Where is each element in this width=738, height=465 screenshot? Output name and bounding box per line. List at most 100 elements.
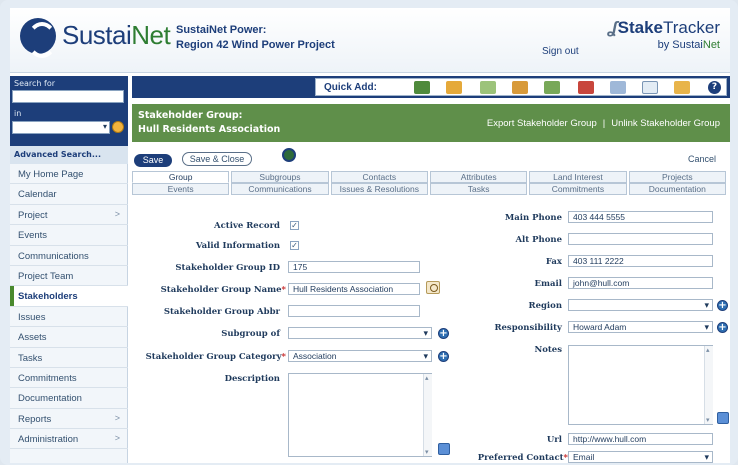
lookup-search-icon[interactable] xyxy=(426,281,440,294)
add-responsibility-icon[interactable]: + xyxy=(717,322,728,333)
sidebar-item-documentation[interactable]: Documentation xyxy=(10,388,128,409)
sidebar-item-project-team[interactable]: Project Team xyxy=(10,266,128,287)
export-stakeholder-group-link[interactable]: Export Stakeholder Group xyxy=(487,118,597,129)
tab-tasks[interactable]: Tasks xyxy=(429,183,528,195)
add-group-icon[interactable] xyxy=(512,81,528,94)
search-input[interactable] xyxy=(12,90,124,103)
group-category-label-text: Stakeholder Group Category xyxy=(145,352,282,362)
main-phone-field[interactable]: 403 444 5555 xyxy=(568,211,713,223)
sidebar-item-tasks[interactable]: Tasks xyxy=(10,348,128,368)
group-id-label: Stakeholder Group ID xyxy=(175,263,280,273)
sidebar-item-label: Calendar xyxy=(18,189,57,201)
save-button[interactable]: Save xyxy=(134,154,172,167)
sidebar-item-assets[interactable]: Assets xyxy=(10,327,128,348)
save-close-button[interactable]: Save & Close xyxy=(182,152,252,166)
sidebar-item-label: Administration xyxy=(18,434,79,446)
sign-out-link[interactable]: Sign out xyxy=(542,46,579,57)
add-subgroup-icon[interactable]: + xyxy=(438,328,449,339)
group-id-field[interactable]: 175 xyxy=(288,261,420,273)
fax-label: Fax xyxy=(545,257,562,267)
add-page-icon[interactable] xyxy=(642,81,658,94)
sidebar-item-label: Commitments xyxy=(18,372,77,384)
cancel-link[interactable]: Cancel xyxy=(688,154,716,164)
sidebar-item-label: Stakeholders xyxy=(18,291,78,303)
search-scope-select[interactable] xyxy=(12,121,110,134)
sidebar-item-events[interactable]: Events xyxy=(10,225,128,246)
sidebar-item-label: Communications xyxy=(18,250,89,262)
app-window: SustaiNet SustaiNet Power: Region 42 Win… xyxy=(10,8,730,463)
tab-issues-resolutions[interactable]: Issues & Resolutions xyxy=(330,183,428,195)
unlink-stakeholder-group-link[interactable]: Unlink Stakeholder Group xyxy=(611,118,720,129)
alt-phone-field[interactable] xyxy=(568,233,713,245)
preferred-contact-label-text: Preferred Contact xyxy=(477,453,564,463)
preferred-contact-select[interactable]: Email xyxy=(568,451,713,463)
sidebar-item-label: Issues xyxy=(18,311,46,323)
tab-land-interest[interactable]: Land Interest xyxy=(529,171,627,183)
description-scrollbar[interactable] xyxy=(423,374,432,456)
email-field[interactable]: john@hull.com xyxy=(568,277,713,289)
notes-edit-icon[interactable] xyxy=(717,412,729,424)
main-nav: My Home Page Calendar Project > Events Commun… xyxy=(10,164,128,450)
project-company: SustaiNet Power: xyxy=(176,24,267,36)
tab-subgroups[interactable]: Subgroups xyxy=(231,171,329,183)
sidebar-item-reports[interactable]: Reports > xyxy=(10,409,128,430)
brand-main: Sustai xyxy=(62,20,132,50)
add-checklist-icon[interactable] xyxy=(544,81,560,94)
subgroup-of-select[interactable] xyxy=(288,327,432,339)
group-category-select[interactable]: Association xyxy=(288,350,432,362)
search-go-icon[interactable] xyxy=(112,121,124,133)
add-commitment-icon[interactable] xyxy=(578,81,594,94)
tab-projects[interactable]: Projects xyxy=(628,171,726,183)
sidebar-item-label: Project xyxy=(18,209,48,221)
description-textarea[interactable] xyxy=(288,373,432,457)
tab-documentation[interactable]: Documentation xyxy=(628,183,726,195)
sidebar-item-administration[interactable]: Administration > xyxy=(10,429,128,450)
brand-name[interactable]: SustaiNet xyxy=(62,20,171,51)
sidebar-item-project[interactable]: Project > xyxy=(10,205,128,226)
active-record-checkbox[interactable]: ✓ xyxy=(290,221,299,230)
notes-scrollbar[interactable] xyxy=(704,346,713,424)
fax-field[interactable]: 403 111 2222 xyxy=(568,255,713,267)
responsibility-select[interactable]: Howard Adam xyxy=(568,321,713,333)
sidebar-item-stakeholders[interactable]: Stakeholders xyxy=(10,286,128,307)
group-abbr-field[interactable] xyxy=(288,305,420,317)
sidebar-item-calendar[interactable]: Calendar xyxy=(10,184,128,205)
project-name: Region 42 Wind Power Project xyxy=(176,39,335,51)
description-label: Description xyxy=(224,374,280,384)
sidebar-item-commitments[interactable]: Commitments xyxy=(10,368,128,389)
map-globe-icon[interactable] xyxy=(282,148,296,162)
preferred-contact-label: Preferred Contact* xyxy=(442,453,568,463)
advanced-search-link[interactable]: Advanced Search... xyxy=(10,146,128,164)
tab-events[interactable]: Events xyxy=(132,183,230,195)
add-email-icon[interactable] xyxy=(610,81,626,94)
tab-commitments[interactable]: Commitments xyxy=(529,183,627,195)
record-title-panel: Stakeholder Group: Hull Residents Associ… xyxy=(132,104,730,142)
add-vehicle-icon[interactable] xyxy=(414,81,430,94)
sidebar-item-label: Events xyxy=(18,230,48,242)
group-name-field[interactable]: Hull Residents Association xyxy=(288,283,420,295)
tab-group[interactable]: Group xyxy=(132,171,230,183)
add-truck-icon[interactable] xyxy=(446,81,462,94)
valid-information-checkbox[interactable]: ✓ xyxy=(290,241,299,250)
add-region-icon[interactable]: + xyxy=(717,300,728,311)
add-folder-icon[interactable] xyxy=(674,81,690,94)
help-icon[interactable]: ? xyxy=(708,81,721,94)
notes-label: Notes xyxy=(534,345,562,355)
region-select[interactable] xyxy=(568,299,713,311)
add-category-icon[interactable]: + xyxy=(438,351,449,362)
sidebar-item-my-home-page[interactable]: My Home Page xyxy=(10,164,128,185)
url-field[interactable]: http://www.hull.com xyxy=(568,433,713,445)
sidebar-item-communications[interactable]: Communications xyxy=(10,246,128,266)
notes-textarea[interactable] xyxy=(568,345,713,425)
tab-attributes[interactable]: Attributes xyxy=(429,171,528,183)
record-name: Hull Residents Association xyxy=(138,124,281,135)
add-document-icon[interactable] xyxy=(480,81,496,94)
record-tabs: Group Subgroups Contacts Attributes Land Int… xyxy=(132,171,728,195)
sidebar-item-label: Reports xyxy=(18,413,52,425)
sustainet-logo-icon[interactable] xyxy=(20,18,57,58)
tab-contacts[interactable]: Contacts xyxy=(330,171,428,183)
tab-communications[interactable]: Communications xyxy=(231,183,329,195)
sidebar-item-issues[interactable]: Issues xyxy=(10,307,128,328)
group-form: Active Record ✓ Valid Information ✓ Stak… xyxy=(132,209,730,463)
app-frame: SustaiNet SustaiNet Power: Region 42 Win… xyxy=(0,0,738,465)
